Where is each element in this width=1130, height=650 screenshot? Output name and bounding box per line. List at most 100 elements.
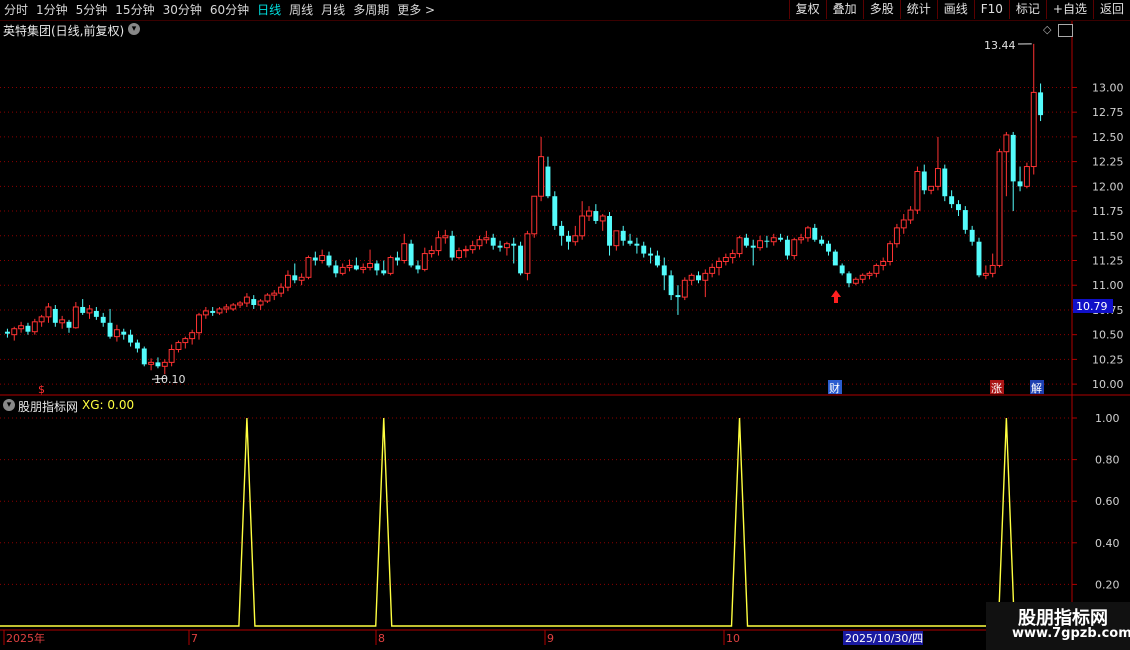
period-tab-0[interactable]: 分时 bbox=[0, 0, 32, 20]
candle-body-up bbox=[798, 237, 805, 241]
toolbar-button-8[interactable]: 返回 bbox=[1092, 0, 1130, 19]
candle-body-up bbox=[599, 215, 606, 222]
candle-body-down bbox=[107, 322, 113, 337]
toolbar-button-1[interactable]: 叠加 bbox=[825, 0, 863, 19]
time-label-2: 8 bbox=[378, 632, 385, 645]
candle-body-down bbox=[846, 273, 852, 284]
candle-body-down bbox=[969, 229, 975, 242]
candle-body-up bbox=[18, 325, 25, 330]
period-tab-9[interactable]: 多周期 bbox=[349, 0, 393, 20]
candle-body-up bbox=[476, 239, 483, 247]
candle-body-up bbox=[572, 235, 579, 243]
candle-body-up bbox=[45, 306, 52, 318]
toolbar-button-4[interactable]: 画线 bbox=[936, 0, 974, 19]
candle-body-down bbox=[764, 240, 770, 242]
candle-body-down bbox=[819, 239, 825, 244]
period-tab-4[interactable]: 30分钟 bbox=[159, 0, 206, 20]
toolbar-button-7[interactable]: +自选 bbox=[1045, 0, 1093, 19]
candle-body-down bbox=[607, 216, 612, 246]
candle-body-down bbox=[750, 245, 756, 248]
price-tick-label: 12.50 bbox=[1092, 131, 1124, 144]
candle-body-down bbox=[778, 237, 784, 240]
candle-body-up bbox=[401, 243, 408, 261]
time-label-4: 10 bbox=[726, 632, 740, 645]
candle-body-up bbox=[579, 215, 586, 237]
period-tab-3[interactable]: 15分钟 bbox=[111, 0, 158, 20]
toolbar-button-3[interactable]: 统计 bbox=[899, 0, 937, 19]
price-tick-label: 10.25 bbox=[1092, 353, 1124, 366]
candle-body-up bbox=[1003, 134, 1010, 153]
candle-body-down bbox=[976, 241, 982, 276]
candle-body-down bbox=[545, 166, 551, 197]
candle-body-down bbox=[675, 295, 681, 298]
toolbar: 分时 1分钟 5分钟 15分钟 30分钟 60分钟 日线 周线 月线 多周期 更多 > 复权 叠加 多股… bbox=[0, 0, 1130, 21]
toolbar-buttons: 复权 叠加 多股 统计 画线 F10 标记 +自选 返回 bbox=[788, 0, 1130, 20]
candle-body-up bbox=[72, 306, 79, 329]
indicator-tick-label: 0.40 bbox=[1095, 537, 1120, 550]
watermark-url: www.7gpzb.com bbox=[1012, 626, 1130, 641]
candle-body-down bbox=[374, 263, 380, 271]
candle-body-down bbox=[661, 265, 667, 276]
indicator-name[interactable]: 股朋指标网 bbox=[18, 398, 78, 415]
period-tab-1[interactable]: 1分钟 bbox=[32, 0, 72, 20]
toolbar-button-5[interactable]: F10 bbox=[973, 0, 1009, 19]
candle-body-up bbox=[216, 308, 223, 314]
candle-body-down bbox=[743, 237, 749, 246]
candle-body-up bbox=[86, 308, 93, 314]
toolbar-button-2[interactable]: 多股 bbox=[862, 0, 900, 19]
candle-body-down bbox=[634, 243, 640, 246]
candle-body-up bbox=[223, 306, 230, 310]
candle-body-down bbox=[511, 243, 517, 246]
candle-body-up bbox=[230, 304, 237, 310]
candle-body-up bbox=[524, 233, 531, 274]
candle-body-up bbox=[688, 274, 695, 281]
price-tick-label: 10.00 bbox=[1092, 378, 1124, 391]
candle-body-down bbox=[648, 253, 654, 256]
period-tab-10[interactable]: 更多 > bbox=[393, 0, 439, 20]
event-marker-1: 涨 bbox=[991, 382, 1002, 395]
candle-body-down bbox=[1010, 134, 1016, 182]
period-tab-7[interactable]: 周线 bbox=[285, 0, 317, 20]
candle-body-down bbox=[566, 235, 571, 242]
diamond-icon[interactable]: ◇ bbox=[1043, 23, 1051, 36]
candle-body-up bbox=[278, 286, 285, 294]
candle-body-down bbox=[1017, 181, 1023, 187]
candle-body-down bbox=[949, 196, 955, 205]
indicator-dropdown-icon[interactable]: ▾ bbox=[3, 399, 15, 411]
candle-body-down bbox=[408, 243, 414, 266]
period-tab-8[interactable]: 月线 bbox=[317, 0, 349, 20]
toolbar-button-0[interactable]: 复权 bbox=[788, 0, 826, 19]
candle-body-up bbox=[982, 272, 989, 276]
candle-body-up bbox=[702, 272, 709, 281]
candle-body-up bbox=[182, 338, 189, 344]
window-toggle-icon[interactable] bbox=[1058, 24, 1073, 37]
candle-body-up bbox=[880, 260, 887, 266]
period-tab-2[interactable]: 5分钟 bbox=[72, 0, 112, 20]
toolbar-button-6[interactable]: 标记 bbox=[1008, 0, 1046, 19]
period-tab-5[interactable]: 60分钟 bbox=[206, 0, 253, 20]
current-price-label: 10.79 bbox=[1076, 300, 1108, 313]
candle-body-up bbox=[722, 257, 729, 262]
candle-body-up bbox=[38, 316, 45, 323]
candle-body-down bbox=[839, 265, 845, 274]
candle-body-down bbox=[627, 240, 633, 244]
high-price-label: 13.44 bbox=[984, 39, 1016, 52]
candle-body-down bbox=[93, 310, 99, 317]
candle-body-down bbox=[497, 245, 503, 248]
candle-body-up bbox=[770, 237, 777, 243]
candle-body-up bbox=[531, 195, 538, 235]
candle-body-down bbox=[100, 316, 106, 323]
candle-body-down bbox=[251, 299, 257, 305]
period-tab-6[interactable]: 日线 bbox=[253, 0, 285, 20]
chevron-down-icon[interactable]: ▾ bbox=[128, 23, 140, 35]
candle-body-down bbox=[326, 255, 332, 266]
candle-body-down bbox=[155, 362, 161, 367]
candle-body-up bbox=[319, 255, 326, 262]
price-tick-label: 10.50 bbox=[1092, 329, 1124, 342]
kline-chart[interactable]: 13.00 12.75 12.50 12.25 12.00 11.75 11.50 11.25… bbox=[0, 0, 1130, 650]
candle-body-up bbox=[1023, 166, 1030, 187]
low-price-label: 10.10 bbox=[154, 373, 186, 386]
candle-body-up bbox=[852, 278, 859, 284]
candle-body-down bbox=[141, 348, 147, 365]
time-label-1: 7 bbox=[191, 632, 198, 645]
